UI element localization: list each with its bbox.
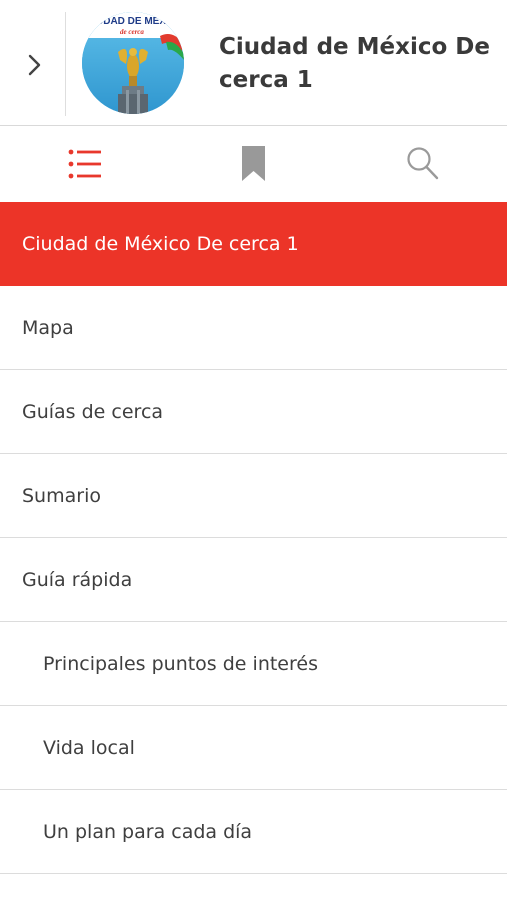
toc-item-principales-puntos-de-interes[interactable]: Principales puntos de interés [0,622,507,706]
toc-item-vida-local[interactable]: Vida local [0,706,507,790]
toc-item-mapa[interactable]: Mapa [0,286,507,370]
toc-item-label: Guía rápida [22,568,133,591]
tab-table-of-contents[interactable] [0,126,169,202]
expand-sidebar-button[interactable] [0,12,66,116]
tab-bookmarks[interactable] [169,126,338,202]
search-icon [407,147,439,180]
chevron-right-icon [28,54,41,76]
toc-item-label: Sumario [22,484,101,507]
toc-item-label: Principales puntos de interés [43,652,318,675]
toc-item-label: Vida local [43,736,135,759]
toc-item-label: Guías de cerca [22,400,164,423]
toc-item-guias-de-cerca[interactable]: Guías de cerca [0,370,507,454]
toc-item-label: Un plan para cada día [43,820,253,843]
toc-item-label: Mapa [22,316,74,339]
toc-item-un-plan-para-cada-dia[interactable]: Un plan para cada día [0,790,507,874]
cover-title-text: UDAD DE MÉXI [96,14,169,27]
tab-bar [0,126,507,202]
bookmark-icon [242,146,265,181]
toc-item-guia-rapida[interactable]: Guía rápida [0,538,507,622]
book-cover-image[interactable]: UDAD DE MÉXI de cerca [82,12,184,114]
tab-search[interactable] [338,126,507,202]
toc-item-ciudad-de-mexico-de-cerca-1[interactable]: Ciudad de México De cerca 1 [0,202,507,286]
book-title: Ciudad de México De cerca 1 [219,34,491,93]
list-icon [68,149,101,179]
header: UDAD DE MÉXI de cerca Ciudad de México D… [0,0,507,126]
toc-item-sumario[interactable]: Sumario [0,454,507,538]
table-of-contents-list: Ciudad de México De cerca 1 Mapa Guías d… [0,202,507,874]
toc-item-label: Ciudad de México De cerca 1 [22,232,299,255]
cover-subtitle-text: de cerca [120,28,144,36]
